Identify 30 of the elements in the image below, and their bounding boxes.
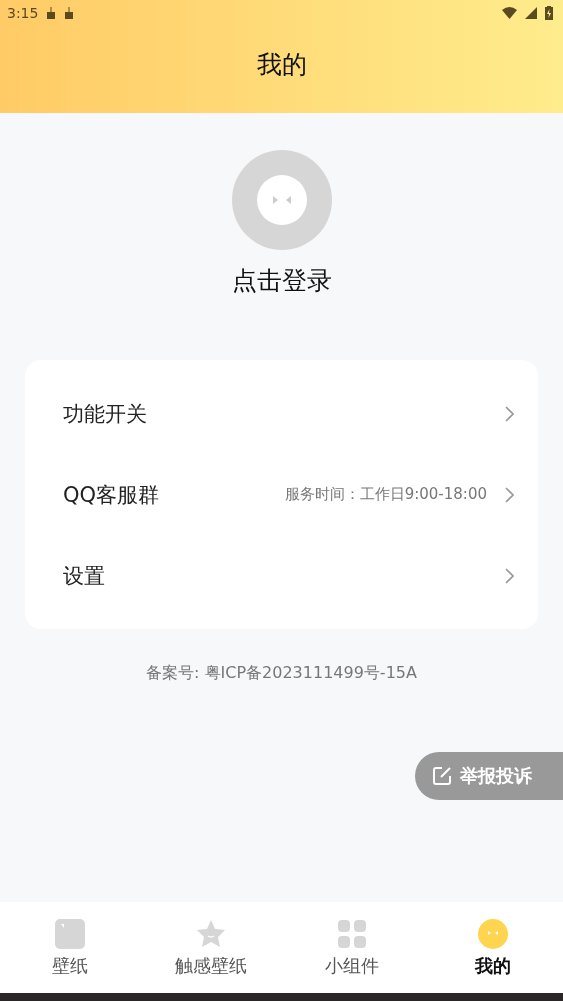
nav-tab[interactable]: 壁纸 bbox=[0, 902, 141, 993]
menu-item-label: QQ客服群 bbox=[63, 481, 161, 509]
menu-item[interactable]: QQ客服群 服务时间：工作日9:00-18:00 bbox=[25, 454, 538, 535]
menu-item-label: 功能开关 bbox=[63, 400, 148, 428]
nav-tab[interactable]: 触感壁纸 bbox=[140, 902, 282, 993]
signal-icon bbox=[525, 7, 537, 19]
grid-icon bbox=[335, 917, 368, 950]
chevron-right-icon bbox=[505, 486, 514, 503]
edit-icon bbox=[432, 766, 452, 786]
service-hours: 服务时间：工作日9:00-18:00 bbox=[284, 485, 487, 504]
nav-tab-label: 壁纸 bbox=[52, 953, 89, 978]
face-icon bbox=[476, 917, 509, 950]
nav-tab[interactable]: 小组件 bbox=[281, 902, 423, 993]
menu-item[interactable]: 设置 bbox=[25, 535, 538, 616]
nav-tab-label: 小组件 bbox=[324, 953, 379, 978]
battery-icon bbox=[545, 6, 553, 20]
menu-item[interactable]: 功能开关 bbox=[25, 373, 538, 454]
menu-item-label: 设置 bbox=[63, 562, 106, 590]
icp-number: 备案号: 粤ICP备2023111499号-15A bbox=[146, 663, 417, 684]
nav-tab-label: 我的 bbox=[474, 953, 511, 978]
nav-tab[interactable]: 我的 bbox=[422, 902, 563, 993]
chevron-right-icon bbox=[505, 567, 514, 584]
picture-frame-icon bbox=[54, 917, 87, 950]
status-time: 3:15 bbox=[7, 5, 39, 21]
nav-tab-label: 触感壁纸 bbox=[175, 953, 248, 978]
page-title: 我的 bbox=[255, 49, 308, 81]
wifi-icon bbox=[502, 7, 517, 19]
face-icon bbox=[256, 175, 307, 225]
chevron-right-icon bbox=[505, 405, 514, 422]
login-link[interactable]: 点击登录 bbox=[231, 264, 332, 297]
